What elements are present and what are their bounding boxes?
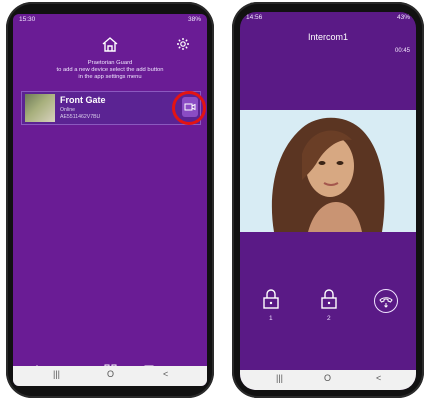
- device-thumbnail: [25, 94, 55, 122]
- nav-home-button[interactable]: O: [107, 369, 114, 379]
- phone-frame-left: 15:30 38% Praetorian Guard to add a new …: [6, 2, 214, 398]
- battery-level: 38%: [187, 16, 201, 23]
- device-id: AE5511462V7BU: [60, 114, 101, 120]
- unlock-2-label: 2: [327, 315, 331, 322]
- call-timer: 00:45: [394, 48, 410, 54]
- hang-up-button[interactable]: [374, 289, 398, 313]
- nav-recent-button[interactable]: |||: [276, 373, 283, 383]
- unlock-2-icon[interactable]: [320, 288, 338, 310]
- highlight-circle-annotation: [172, 91, 206, 125]
- status-bar: 15:30 38%: [13, 14, 207, 26]
- android-nav-bar: ||| O <: [240, 370, 416, 390]
- unlock-1-label: 1: [269, 315, 273, 322]
- app-name: Praetorian Guard: [87, 60, 133, 66]
- status-bar: 14:56 43%: [240, 12, 416, 24]
- unlock-1-icon[interactable]: [262, 288, 280, 310]
- nav-back-button[interactable]: <: [376, 373, 381, 383]
- home-icon[interactable]: [101, 36, 119, 52]
- phone-hangup-icon: [379, 297, 393, 308]
- nav-back-button[interactable]: <: [163, 369, 168, 379]
- android-nav-bar: ||| O <: [13, 366, 207, 386]
- status-time: 14:56: [246, 14, 263, 21]
- intercom-video-feed: [240, 110, 416, 232]
- nav-recent-button[interactable]: |||: [53, 369, 60, 379]
- device-status: Online: [60, 107, 75, 113]
- caller-image: [240, 110, 416, 232]
- settings-gear-icon[interactable]: [176, 37, 190, 51]
- instructions-line2: in the app settings menu: [78, 74, 142, 80]
- device-list-screen: 15:30 38% Praetorian Guard to add a new …: [13, 14, 207, 386]
- intercom-title: Intercom1: [307, 32, 349, 42]
- status-time: 15:30: [19, 16, 36, 23]
- device-name: Front Gate: [60, 95, 106, 105]
- battery-level: 43%: [396, 14, 410, 21]
- intercom-call-screen: 14:56 43% Intercom1 00:45 1 2 ||| O <: [240, 12, 416, 390]
- phone-frame-right: 14:56 43% Intercom1 00:45 1 2 ||| O <: [232, 2, 424, 398]
- nav-home-button[interactable]: O: [324, 373, 331, 383]
- instructions-line1: to add a new device select the add butto…: [56, 67, 164, 73]
